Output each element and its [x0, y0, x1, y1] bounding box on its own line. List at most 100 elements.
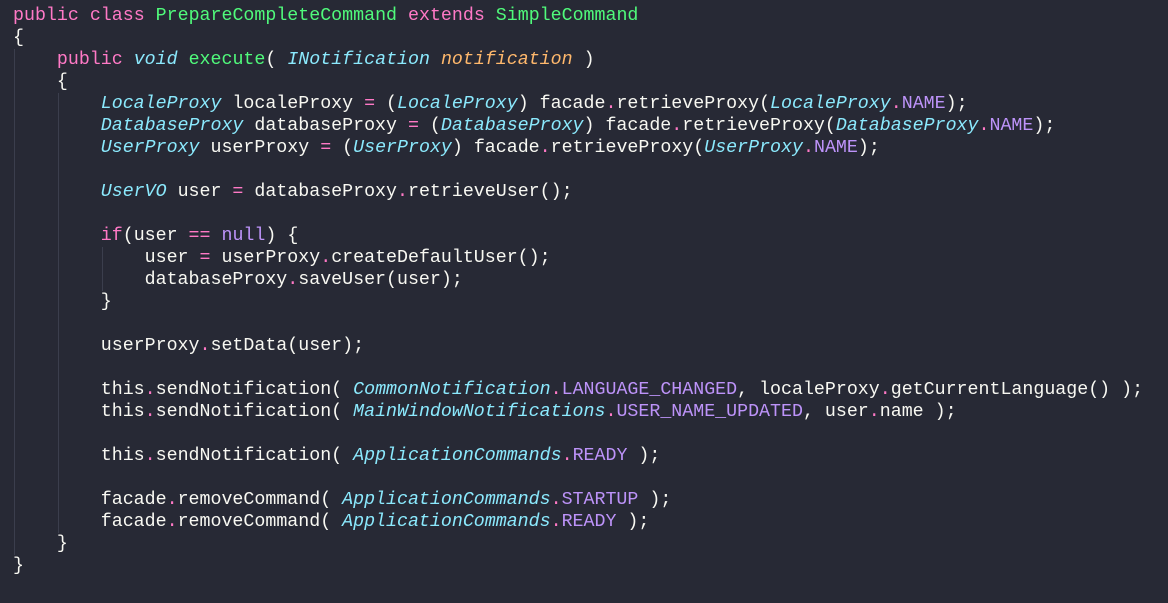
- code-token: .: [320, 248, 332, 268]
- code-token: LocaleProxy: [770, 94, 891, 114]
- code-token: this: [13, 402, 145, 422]
- code-token: extends: [408, 6, 485, 26]
- code-token: .: [144, 380, 156, 400]
- code-token: getCurrentLanguage() );: [890, 380, 1144, 400]
- code-token: ==: [188, 226, 211, 246]
- code-token: .: [890, 94, 902, 114]
- code-token: name );: [879, 402, 957, 422]
- code-token: execute: [188, 50, 266, 70]
- code-line[interactable]: public void execute( INotification notif…: [13, 49, 595, 71]
- code-token: facade: [13, 512, 167, 532]
- code-token: localeProxy: [221, 94, 365, 114]
- code-token: ) facade: [583, 116, 672, 136]
- code-token: .: [605, 402, 617, 422]
- code-token: }: [13, 556, 24, 576]
- code-token: .: [978, 116, 990, 136]
- code-line[interactable]: databaseProxy.saveUser(user);: [13, 269, 463, 291]
- code-token: public: [56, 50, 123, 70]
- code-token: SimpleCommand: [495, 6, 639, 26]
- code-token: .: [199, 336, 211, 356]
- code-token: ) {: [265, 226, 299, 246]
- code-line[interactable]: }: [13, 555, 24, 577]
- code-token: .: [605, 94, 617, 114]
- indent-guide-method-body: [58, 93, 59, 533]
- code-token: sendNotification(: [155, 380, 354, 400]
- code-line[interactable]: {: [13, 71, 68, 93]
- code-token: {: [13, 28, 24, 48]
- code-token: USER_NAME_UPDATED: [616, 402, 803, 422]
- code-token: MainWindowNotifications: [353, 402, 606, 422]
- code-token: );: [1033, 116, 1056, 136]
- code-token: .: [144, 446, 156, 466]
- code-token: user: [13, 248, 200, 268]
- code-token: null: [221, 226, 266, 246]
- code-token: UserProxy: [704, 138, 803, 158]
- code-token: retrieveProxy(: [682, 116, 836, 136]
- code-token: );: [857, 138, 880, 158]
- code-token: .: [550, 380, 562, 400]
- code-token: UserProxy: [353, 138, 452, 158]
- code-token: this: [13, 380, 145, 400]
- code-line[interactable]: {: [13, 27, 24, 49]
- code-line[interactable]: facade.removeCommand( ApplicationCommand…: [13, 511, 650, 533]
- code-token: LocaleProxy: [397, 94, 518, 114]
- code-token: NAME: [813, 138, 858, 158]
- code-line[interactable]: UserVO user = databaseProxy.retrieveUser…: [13, 181, 573, 203]
- code-line[interactable]: this. sendNotification( MainWindowNotific…: [13, 401, 957, 423]
- code-token: .: [539, 138, 551, 158]
- code-token: if: [100, 226, 123, 246]
- code-line[interactable]: userProxy.setData(user);: [13, 335, 364, 357]
- code-line[interactable]: facade.removeCommand( ApplicationCommand…: [13, 489, 672, 511]
- code-token: .: [550, 512, 562, 532]
- code-token: );: [616, 512, 650, 532]
- code-token: userProxy: [210, 248, 321, 268]
- code-token: sendNotification(: [155, 402, 354, 422]
- code-line[interactable]: if(user == null) {: [13, 225, 299, 247]
- code-line[interactable]: }: [13, 291, 112, 313]
- code-token: class: [89, 6, 145, 26]
- code-token: (user: [122, 226, 189, 246]
- code-token: .: [397, 182, 408, 202]
- code-token: ) facade: [517, 94, 606, 114]
- code-token: LocaleProxy: [100, 94, 222, 114]
- code-token: }: [13, 534, 68, 554]
- code-token: removeCommand(: [177, 490, 343, 510]
- code-token: setData(user);: [210, 336, 365, 356]
- code-token: , localeProxy: [737, 380, 880, 400]
- code-token: facade: [13, 490, 167, 510]
- code-token: =: [407, 116, 419, 136]
- code-line[interactable]: this.sendNotification( ApplicationComman…: [13, 445, 661, 467]
- code-line[interactable]: public class PrepareCompleteCommand exte…: [13, 5, 638, 27]
- code-line[interactable]: DatabaseProxy databaseProxy = (DatabaseP…: [13, 115, 1056, 137]
- code-token: (: [331, 138, 354, 158]
- code-token: .: [550, 490, 562, 510]
- code-token: STARTUP: [561, 490, 639, 510]
- code-token: retrieveProxy(: [616, 94, 771, 114]
- code-line[interactable]: user = userProxy.createDefaultUser();: [13, 247, 551, 269]
- code-token: .: [287, 270, 299, 290]
- code-token: saveUser(user);: [298, 270, 463, 290]
- code-token: retrieveUser();: [407, 182, 573, 202]
- code-token: );: [627, 446, 661, 466]
- code-token: .: [868, 402, 880, 422]
- code-token: createDefaultUser();: [331, 248, 551, 268]
- code-line[interactable]: }: [13, 533, 68, 555]
- code-token: READY: [572, 446, 628, 466]
- code-token: ApplicationCommands: [342, 512, 551, 532]
- code-token: );: [945, 94, 968, 114]
- code-token: userProxy: [13, 336, 200, 356]
- code-token: databaseProxy: [243, 116, 408, 136]
- code-line[interactable]: UserProxy userProxy = (UserProxy) facade…: [13, 137, 880, 159]
- code-line[interactable]: this.sendNotification( CommonNotificatio…: [13, 379, 1143, 401]
- code-token: CommonNotification: [353, 380, 551, 400]
- code-editor[interactable]: public class PrepareCompleteCommand exte…: [0, 0, 1168, 603]
- code-token: {: [13, 72, 68, 92]
- code-line[interactable]: LocaleProxy localeProxy = (LocaleProxy) …: [13, 93, 968, 115]
